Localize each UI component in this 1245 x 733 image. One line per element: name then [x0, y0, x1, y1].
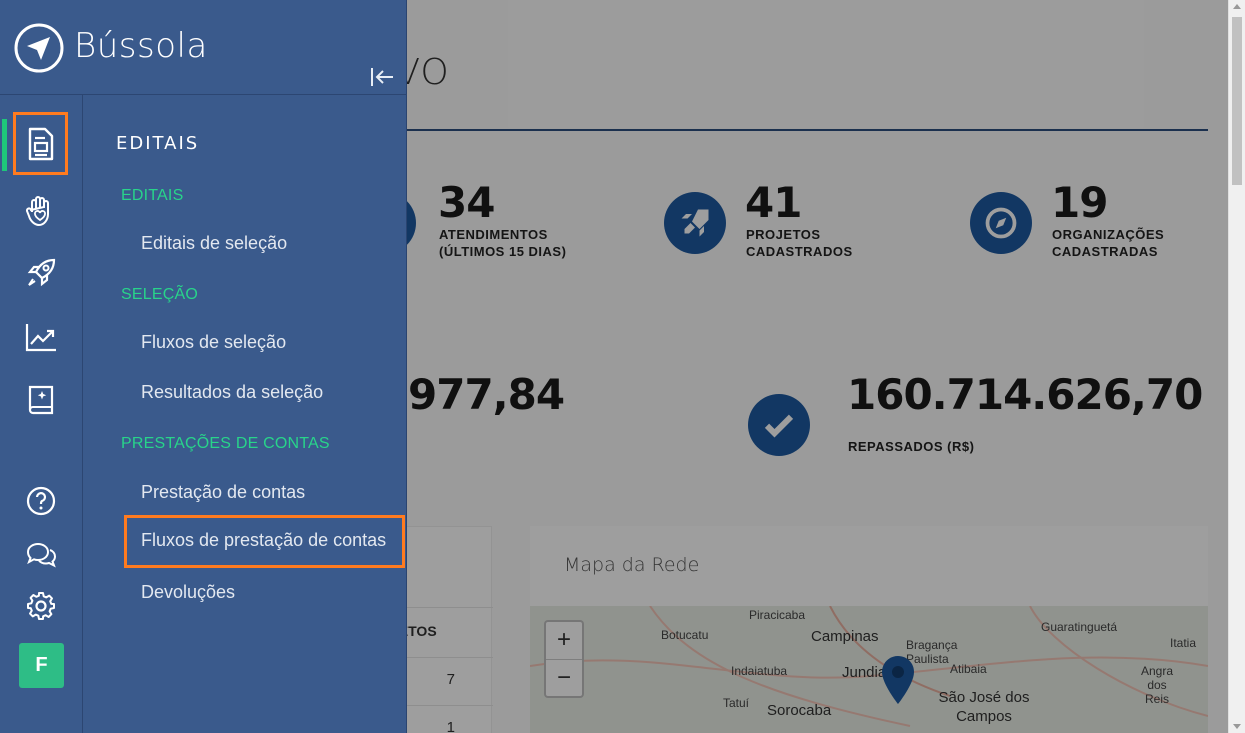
menu-item-devolucoes[interactable]: Devoluções [141, 582, 235, 603]
scroll-thumb[interactable] [1232, 17, 1242, 185]
sidebar: Bússola F EDITAIS EDITAIS Editais de sel… [0, 0, 407, 733]
brand-header: Bússola [0, 0, 407, 95]
rail-ajuda-button[interactable] [21, 481, 61, 521]
menu-item-fluxos-de-selecao[interactable]: Fluxos de seleção [141, 332, 286, 353]
trending-chart-icon [25, 324, 56, 352]
rail-editais-button[interactable] [13, 112, 68, 175]
menu-group-label: SELEÇÃO [121, 286, 198, 303]
menu-item-editais-de-selecao[interactable]: Editais de seleção [141, 233, 287, 254]
submenu-title: EDITAIS [116, 133, 200, 154]
hand-heart-icon [25, 196, 49, 227]
brand-name[interactable]: Bússola [74, 26, 208, 66]
user-avatar[interactable]: F [19, 643, 64, 688]
document-icon [28, 127, 54, 161]
scroll-up-arrow-icon[interactable] [1233, 4, 1241, 9]
book-icon [28, 385, 54, 415]
rail-projetos-button[interactable] [21, 253, 61, 293]
menu-group-label: EDITAIS [121, 187, 184, 204]
menu-group-label: PRESTAÇÕES DE CONTAS [121, 435, 330, 452]
menu-item-fluxos-de-prestacao-de-contas[interactable]: Fluxos de prestação de contas [124, 515, 405, 568]
scroll-down-arrow-icon[interactable] [1233, 724, 1241, 729]
active-indicator [2, 119, 7, 171]
gear-icon [27, 592, 55, 620]
page-scrollbar[interactable] [1228, 0, 1245, 733]
rail-configuracoes-button[interactable] [21, 586, 61, 626]
rail-indicadores-button[interactable] [21, 317, 61, 357]
rail-atendimentos-button[interactable] [21, 191, 61, 231]
chat-icon [26, 542, 57, 568]
menu-item-resultados-da-selecao[interactable]: Resultados da seleção [141, 382, 323, 403]
collapse-sidebar-icon[interactable] [370, 66, 394, 88]
rail-mensagens-button[interactable] [21, 535, 61, 575]
menu-item-prestacao-de-contas[interactable]: Prestação de contas [141, 482, 305, 503]
compass-logo-icon[interactable] [13, 22, 65, 74]
rocket-icon [27, 258, 56, 287]
help-circle-icon [26, 486, 56, 516]
icon-rail: F [0, 95, 83, 733]
rail-biblioteca-button[interactable] [21, 380, 61, 420]
